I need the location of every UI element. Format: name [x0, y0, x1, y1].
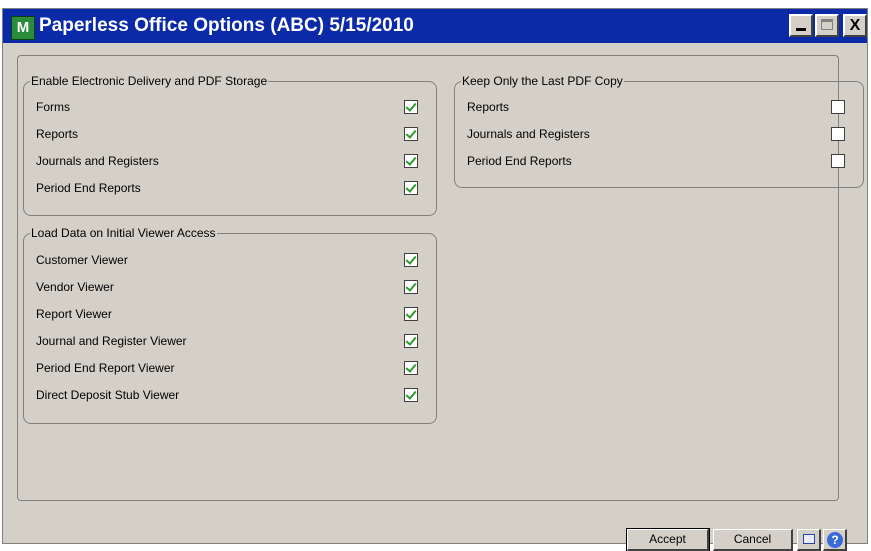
enable-electronic-delivery-group: Enable Electronic Delivery and PDF Stora…	[23, 74, 437, 216]
print-button[interactable]	[797, 529, 821, 551]
journals-registers-checkbox[interactable]	[404, 154, 418, 168]
maximize-icon	[821, 19, 833, 30]
close-icon: X	[849, 17, 861, 34]
option-label: Report Viewer	[36, 307, 112, 321]
direct-deposit-stub-viewer-checkbox[interactable]	[404, 388, 418, 402]
minimize-button[interactable]	[789, 14, 813, 37]
group-legend: Keep Only the Last PDF Copy	[462, 74, 623, 88]
minimize-icon	[796, 28, 806, 31]
option-label: Journal and Register Viewer	[36, 334, 187, 348]
report-viewer-checkbox[interactable]	[404, 307, 418, 321]
option-label: Direct Deposit Stub Viewer	[36, 388, 180, 402]
option-label: Forms	[36, 100, 70, 114]
customer-viewer-checkbox[interactable]	[404, 253, 418, 267]
option-label: Period End Report Viewer	[36, 361, 175, 375]
option-label: Period End Reports	[36, 181, 141, 195]
title-bar[interactable]: M Paperless Office Options (ABC) 5/15/20…	[3, 9, 867, 43]
option-label: Period End Reports	[467, 154, 572, 168]
options-panel: Enable Electronic Delivery and PDF Stora…	[17, 55, 864, 501]
printer-icon	[803, 534, 815, 544]
load-data-viewer-group: Load Data on Initial Viewer Access Custo…	[23, 226, 437, 424]
close-button[interactable]: X	[843, 14, 867, 37]
option-label: Reports	[36, 127, 79, 141]
reports-checkbox[interactable]	[404, 127, 418, 141]
keep-journals-registers-checkbox[interactable]	[831, 127, 845, 141]
maximize-button[interactable]	[815, 14, 839, 37]
keep-period-end-reports-checkbox[interactable]	[831, 154, 845, 168]
cancel-button[interactable]: Cancel	[713, 529, 793, 551]
option-label: Journals and Registers	[36, 154, 159, 168]
period-end-reports-checkbox[interactable]	[404, 181, 418, 195]
forms-checkbox[interactable]	[404, 100, 418, 114]
accept-button[interactable]: Accept	[626, 528, 710, 551]
option-label: Reports	[467, 100, 510, 114]
option-label: Customer Viewer	[36, 253, 128, 267]
group-legend: Enable Electronic Delivery and PDF Stora…	[31, 74, 268, 88]
option-label: Vendor Viewer	[36, 280, 114, 294]
help-button[interactable]: ?	[823, 529, 847, 551]
journal-register-viewer-checkbox[interactable]	[404, 334, 418, 348]
option-label: Journals and Registers	[467, 127, 590, 141]
period-end-report-viewer-checkbox[interactable]	[404, 361, 418, 375]
keep-last-pdf-group: Keep Only the Last PDF Copy Reports Jour…	[454, 74, 864, 188]
keep-reports-checkbox[interactable]	[831, 100, 845, 114]
vendor-viewer-checkbox[interactable]	[404, 280, 418, 294]
window-title: Paperless Office Options (ABC) 5/15/2010	[39, 15, 414, 36]
app-icon[interactable]: M	[11, 16, 35, 40]
paperless-office-options-window: M Paperless Office Options (ABC) 5/15/20…	[2, 8, 868, 551]
group-legend: Load Data on Initial Viewer Access	[31, 226, 216, 240]
